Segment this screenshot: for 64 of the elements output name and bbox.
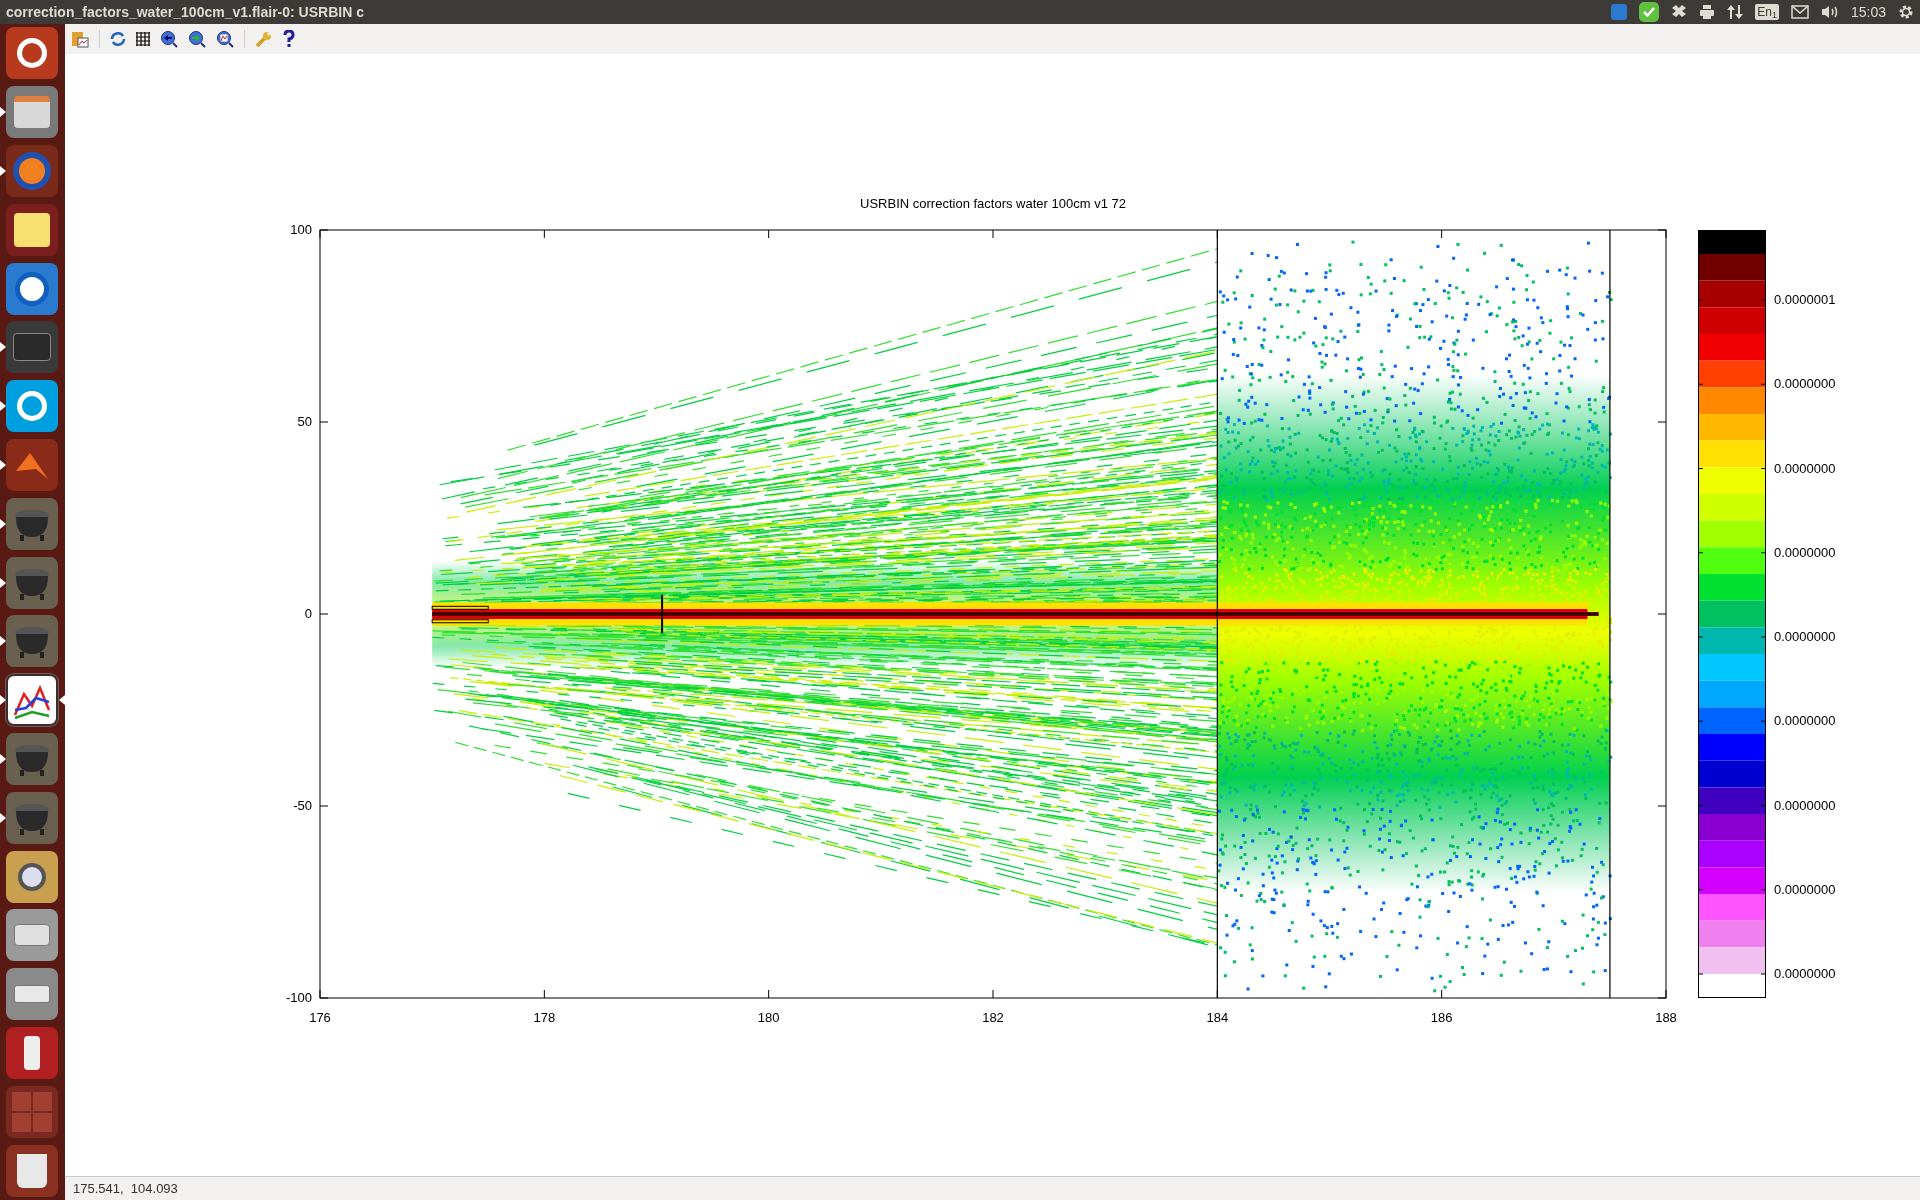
- mail-icon[interactable]: [1790, 5, 1809, 19]
- clock[interactable]: 15:03: [1850, 1, 1886, 23]
- x-axis-tick-label: 184: [1206, 1009, 1229, 1027]
- target-outline: [431, 605, 489, 624]
- disk-drive-icon: [6, 909, 58, 962]
- cauldron-icon: [6, 497, 58, 550]
- color-scale-label: 0.0000000: [1774, 881, 1836, 899]
- cauldron-icon: [6, 791, 58, 844]
- launcher-item[interactable]: [5, 26, 59, 81]
- sticky-note-icon: [6, 203, 58, 256]
- cursor-coordinates: 175.541, 104.093: [73, 1179, 178, 1198]
- peak-shape-icon: [6, 438, 58, 491]
- help-icon[interactable]: [283, 30, 295, 48]
- zoom-forward-icon[interactable]: [188, 30, 206, 48]
- color-scale-label: 0.0000000: [1774, 796, 1836, 815]
- launcher-item[interactable]: [5, 1025, 59, 1080]
- terminal-icon: [6, 321, 58, 374]
- keyboard-layout-indicator[interactable]: En$_{1}$: [1755, 4, 1779, 20]
- running-indicator: [59, 695, 65, 706]
- drive-icon: [6, 968, 58, 1021]
- x-axis-tick-label: 186: [1430, 1009, 1453, 1027]
- x-axis-tick-label: 188: [1655, 1009, 1677, 1027]
- circle-logo-icon: [6, 27, 58, 80]
- color-scale-label: 0.0000001: [1774, 291, 1836, 310]
- network-arrows-icon[interactable]: [1727, 4, 1744, 20]
- launcher-item[interactable]: [5, 202, 59, 257]
- detector-marker-line: [661, 593, 664, 635]
- color-scale-label: 0.0000000: [1774, 712, 1836, 731]
- workspace-grid-icon: [6, 1085, 58, 1138]
- y-axis-tick-label: 50: [297, 413, 312, 432]
- color-scale-label: 0.0000000: [1774, 965, 1836, 984]
- color-scale-label: 0.0000000: [1774, 544, 1836, 562]
- y-axis-tick-label: 0: [304, 605, 312, 624]
- x-axis-tick-label: 176: [309, 1009, 331, 1027]
- color-scale-label: 0.0000000: [1774, 628, 1836, 647]
- y-axis-tick-label: -100: [285, 989, 312, 1008]
- clipboard-chart-icon[interactable]: [71, 30, 89, 48]
- printer-icon[interactable]: [1699, 4, 1716, 20]
- launcher-item[interactable]: [5, 967, 59, 1022]
- volume-icon[interactable]: [1820, 4, 1839, 20]
- usb-stick-icon: [6, 1026, 58, 1079]
- trash-icon: [6, 1144, 58, 1197]
- x-axis-tick-label: 178: [533, 1009, 556, 1027]
- y-axis-tick-label: 100: [290, 221, 312, 240]
- window-title: correction_factors_water_100cm_v1.flair-0: USRBIN c: [6, 2, 364, 22]
- cauldron-icon: [6, 556, 58, 609]
- cauldron-icon: [6, 615, 58, 668]
- x-axis-tick-label: 182: [982, 1009, 1004, 1027]
- launcher-item[interactable]: [5, 1143, 59, 1198]
- zoom-fit-icon[interactable]: [216, 30, 234, 48]
- refresh-icon[interactable]: [110, 31, 126, 47]
- color-scale-label: 0.0000000: [1774, 459, 1836, 478]
- x-axis-tick-label: 180: [757, 1009, 780, 1027]
- y-axis-tick-label: -50: [293, 797, 312, 816]
- color-scale-label: 0.0000000: [1774, 375, 1836, 394]
- settings-gear-icon[interactable]: [1898, 4, 1914, 20]
- launcher-item[interactable]: [5, 908, 59, 963]
- plot-title: USRBIN correction factors water 100cm v1 72: [860, 195, 1126, 213]
- zoom-back-icon[interactable]: [160, 30, 178, 48]
- check-tray-icon[interactable]: [1639, 2, 1660, 22]
- grid-icon[interactable]: [136, 32, 150, 46]
- line-chart-icon: [6, 674, 58, 727]
- launcher-item[interactable]: [5, 673, 59, 728]
- cauldron-icon: [6, 732, 58, 785]
